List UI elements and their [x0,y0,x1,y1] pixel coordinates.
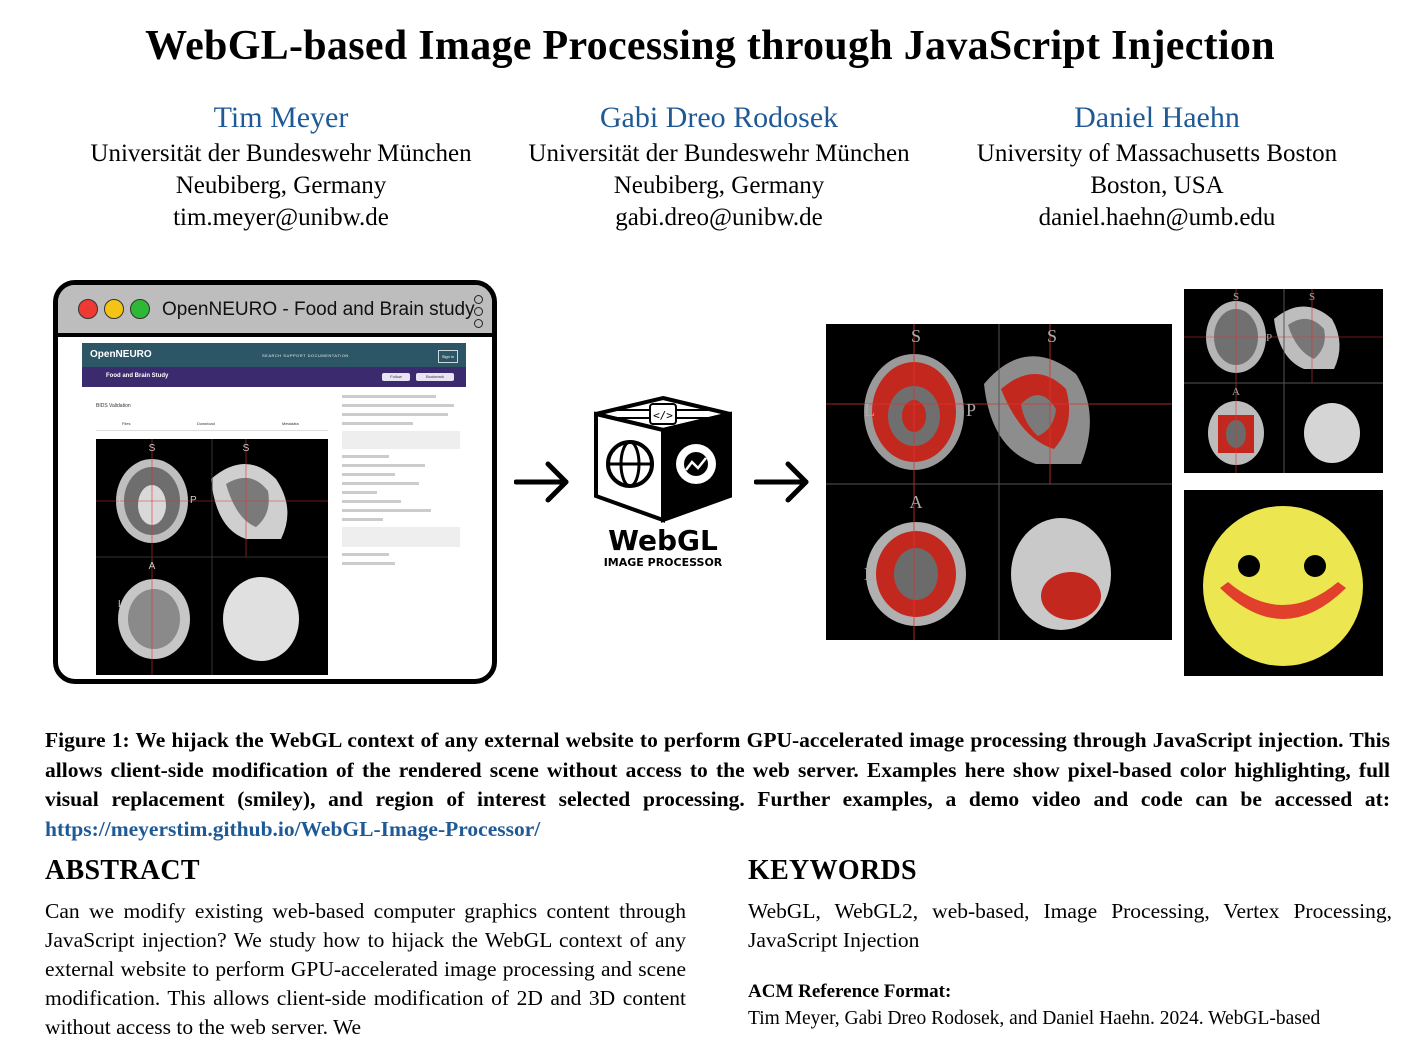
author-email: tim.meyer@unibw.de [173,204,389,231]
minimize-dot-icon [104,299,124,319]
maximize-dot-icon [130,299,150,319]
orientation-label: P [966,400,976,420]
orientation-label: L [118,495,124,506]
acm-reference-heading: ACM Reference Format: [748,981,952,1002]
follow-button: Follow [382,373,410,381]
author-affiliation: Universität der Bundeswehr München [90,140,472,167]
author-location: Neubiberg, Germany [175,172,387,199]
orientation-label: S [243,443,250,454]
orientation-label: P [1266,332,1272,344]
site-nav-links: SEARCH SUPPORT DOCUMENTATION [262,353,349,358]
author-name[interactable]: Tim Meyer [61,98,501,138]
keywords-heading: KEYWORDS [748,855,917,886]
tab-files: Files [122,421,131,426]
abstract-heading: ABSTRACT [45,855,200,886]
bids-validation-label: BIDS Validation [96,403,131,409]
openneuro-page-screenshot: OpenNEURO SEARCH SUPPORT DOCUMENTATION S… [82,343,466,679]
orientation-label: S [149,443,156,454]
site-navbar: OpenNEURO SEARCH SUPPORT DOCUMENTATION S… [82,343,466,367]
keywords-text: WebGL, WebGL2, web-based, Image Processi… [748,899,1392,952]
svg-text:</>: </> [653,409,673,422]
author-email: daniel.haehn@umb.edu [1038,204,1276,231]
orientation-label: S [911,326,921,346]
author-affiliation: University of Massachusetts Boston [976,140,1338,167]
orientation-label: A [1232,386,1240,398]
author-name[interactable]: Daniel Haehn [937,98,1377,138]
arrow-right-icon [514,461,569,503]
author-email: gabi.dreo@unibw.de [615,204,823,231]
figure-caption: Figure 1: We hijack the WebGL context of… [45,726,1390,844]
orientation-label: L [1208,332,1215,344]
browser-titlebar: OpenNEURO - Food and Brain study [58,285,492,337]
browser-window-illustration: OpenNEURO - Food and Brain study OpenNEU… [53,280,497,684]
bookmark-button: Bookmark [416,373,454,381]
mri-viewer: S S L P A L [96,439,328,675]
mri-views-roi: S S L P A [1184,289,1383,473]
orientation-label: A [910,492,923,512]
browser-title: OpenNEURO - Food and Brain study [162,299,475,320]
arrow-right-icon [754,461,809,503]
tab-metadata: Metadata [282,421,299,426]
processor-name: WebGL [608,524,718,557]
orientation-label: L [118,599,124,610]
abstract-text: Can we modify existing web-based compute… [45,899,686,1039]
paper-title: WebGL-based Image Processing through Jav… [145,23,1275,69]
author-name[interactable]: Gabi Dreo Rodosek [499,98,939,138]
orientation-label: S [1233,291,1239,303]
site-logo: OpenNEURO [90,349,152,360]
smiley-replacement-panel [1184,490,1383,676]
webgl-cube-icon: </> [594,395,732,523]
orientation-label: L [864,400,875,420]
orientation-label: S [1309,291,1315,303]
orientation-label: A [149,561,156,572]
author-affiliation: Universität der Bundeswehr München [528,140,910,167]
author-block-3: Daniel Haehn University of Massachusetts… [937,98,1377,234]
project-link[interactable]: https://meyerstim.github.io/WebGL-Image-… [45,817,540,841]
caption-text: Figure 1: We hijack the WebGL context of… [45,728,1390,811]
kebab-menu-icon [474,295,483,331]
author-block-2: Gabi Dreo Rodosek Universität der Bundes… [499,98,939,234]
smiley-face-icon [1203,506,1363,666]
signin-button: Sign in [438,350,458,363]
mri-views-highlighted: S S L P A L [826,324,1172,640]
author-location: Neubiberg, Germany [613,172,825,199]
study-bar: Food and Brain Study Follow Bookmark [82,367,466,387]
study-name: Food and Brain Study [106,373,169,379]
processor-subtitle: IMAGE PROCESSOR [603,556,723,569]
acm-reference-text: Tim Meyer, Gabi Dreo Rodosek, and Daniel… [748,1008,1321,1029]
mri-views-grayscale: S S L P A L [96,439,328,675]
author-location: Boston, USA [1090,172,1224,199]
orientation-label: L [864,564,875,584]
dataset-sidebar [342,395,460,571]
orientation-label: S [1047,326,1057,346]
roi-mri-panel: S S L P A [1184,289,1383,473]
webgl-processor-label: WebGL IMAGE PROCESSOR [593,526,733,570]
author-block-1: Tim Meyer Universität der Bundeswehr Mün… [61,98,501,234]
tab-download: Download [197,421,215,426]
processed-mri-panel: S S L P A L [826,324,1172,640]
orientation-label: P [190,495,197,506]
close-dot-icon [78,299,98,319]
